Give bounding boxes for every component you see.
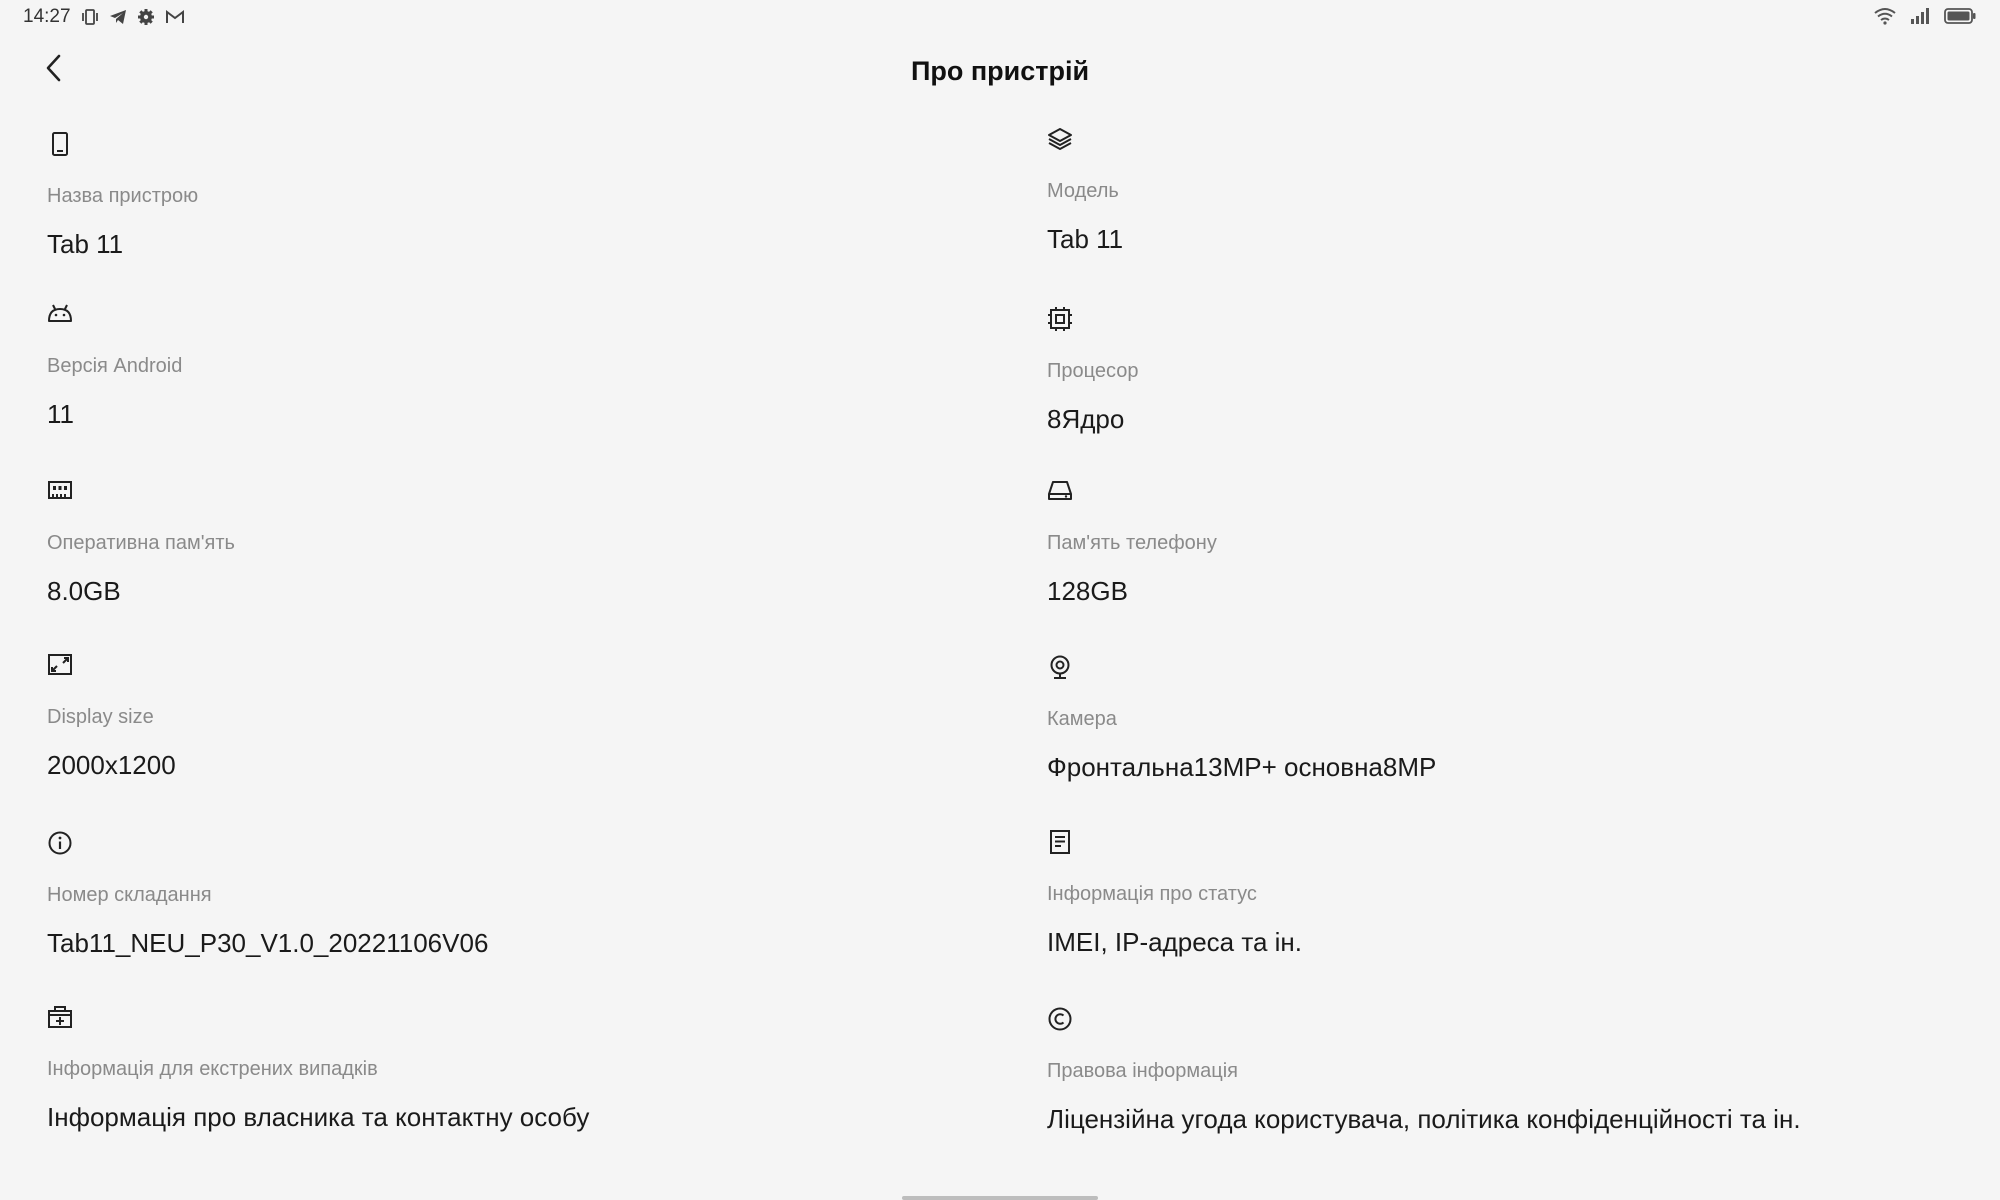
status-bar: 14:27	[0, 0, 2000, 36]
ram-value: 8.0GB	[47, 576, 121, 606]
android-icon	[47, 301, 73, 327]
android-version-label: Версія Android	[47, 355, 183, 377]
processor-label: Процесор	[1047, 360, 1139, 382]
build-number-value: Tab11_NEU_P30_V1.0_20221106V06	[47, 928, 489, 958]
document-icon	[1047, 829, 1073, 855]
device-name-value: Tab 11	[47, 229, 124, 259]
home-indicator[interactable]	[902, 1196, 1098, 1200]
model-label: Модель	[1047, 180, 1119, 202]
page-title: Про пристрій	[910, 56, 1090, 86]
ram-icon	[47, 478, 73, 504]
emergency-info-label: Інформація для екстрених випадків	[47, 1058, 378, 1080]
cpu-icon	[1047, 306, 1073, 332]
gmail-icon	[165, 9, 185, 25]
layers-icon	[1047, 126, 1073, 152]
build-number-label: Номер складання	[47, 884, 212, 906]
display-size-icon	[47, 652, 73, 678]
device-name-label: Назва пристрою	[47, 185, 199, 207]
ram-label: Оперативна пам'ять	[47, 532, 235, 554]
display-size-label: Display size	[47, 706, 154, 728]
model-value: Tab 11	[1047, 224, 1124, 254]
wifi-icon	[1874, 7, 1896, 25]
emergency-info-value: Інформація про власника та контактну осо…	[47, 1102, 590, 1132]
camera-value: Фронтальна13MP+ основна8MP	[1047, 752, 1437, 782]
status-bar-right	[1874, 7, 1976, 25]
app-bar: Про пристрій	[0, 40, 2000, 110]
phone-storage-value: 128GB	[1047, 576, 1128, 606]
legal-info-value: Ліцензійна угода користувача, політика к…	[1047, 1104, 1801, 1134]
emergency-kit-icon	[47, 1004, 73, 1030]
display-size-value: 2000x1200	[47, 750, 176, 780]
signal-icon	[1910, 7, 1930, 25]
status-bar-left: 14:27	[23, 6, 185, 28]
gear-icon	[137, 8, 155, 26]
status-time: 14:27	[23, 6, 71, 27]
telegram-icon	[109, 8, 127, 26]
status-info-label: Інформація про статус	[1047, 883, 1257, 905]
vibrate-icon	[81, 8, 99, 26]
legal-info-label: Правова інформація	[1047, 1060, 1239, 1082]
android-version-value: 11	[47, 399, 74, 429]
camera-icon	[1047, 654, 1073, 680]
copyright-icon	[1047, 1006, 1073, 1032]
phone-storage-label: Пам'ять телефону	[1047, 532, 1217, 554]
storage-icon	[1047, 478, 1073, 504]
info-icon	[47, 830, 73, 856]
camera-label: Камера	[1047, 708, 1117, 730]
processor-value: 8Ядро	[1047, 404, 1125, 434]
tablet-icon	[47, 131, 73, 157]
battery-icon	[1944, 7, 1976, 25]
status-info-value: IMEI, IP-адреса та ін.	[1047, 927, 1303, 957]
